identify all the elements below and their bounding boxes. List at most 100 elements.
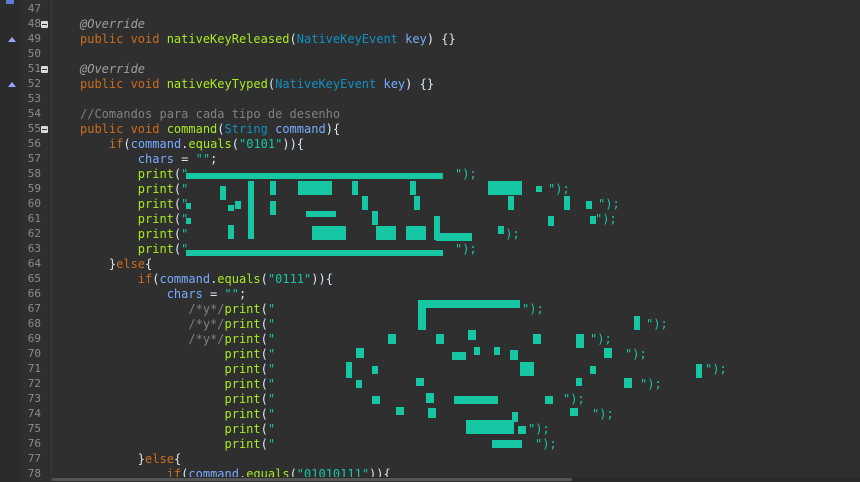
code-line[interactable]: print(" (80, 212, 189, 227)
horizontal-scrollbar[interactable] (52, 477, 860, 482)
line-number: 66 (27, 287, 41, 300)
code-line[interactable]: }else{ (80, 257, 152, 272)
line-number: 62 (27, 227, 41, 240)
line-number: 71 (27, 362, 41, 375)
ascii-art-block (372, 366, 378, 374)
code-token: " (267, 407, 276, 421)
code-token: { (173, 452, 182, 466)
string-end: "); (598, 197, 620, 212)
code-token: " (181, 182, 189, 196)
code-line[interactable]: public void nativeKeyReleased(NativeKeyE… (80, 32, 456, 47)
code-line[interactable]: public void command(String command){ (80, 122, 340, 137)
line-number: 53 (27, 92, 41, 105)
line-number: 77 (27, 452, 41, 465)
ascii-art-block (372, 396, 380, 404)
code-token: "" (195, 152, 211, 166)
code-token: ( (217, 122, 225, 136)
ascii-art-block (186, 250, 443, 256)
code-token: " (267, 422, 276, 436)
code-token: NativeKeyEvent (275, 77, 377, 91)
ascii-art-block (428, 408, 436, 418)
code-line[interactable]: @Override (80, 62, 145, 77)
scrollbar-thumb[interactable] (52, 478, 572, 481)
ascii-art-block (306, 211, 336, 217)
code-token: print (137, 227, 174, 241)
code-token: "); (595, 212, 617, 226)
code-token: ( (267, 77, 276, 91)
ascii-art-block (356, 348, 364, 358)
code-line[interactable]: //Comandos para cada tipo de desenho (80, 107, 340, 122)
code-token: ( (260, 362, 268, 376)
string-end: "); (595, 212, 617, 227)
code-token: public void (80, 32, 167, 46)
string-end: "); (548, 182, 570, 197)
ascii-art-block (466, 420, 514, 434)
ascii-art-block (634, 316, 640, 330)
code-line[interactable]: if(command.equals("0101")){ (80, 137, 304, 152)
code-line[interactable]: print(" (80, 167, 189, 182)
code-token: ( (260, 377, 268, 391)
code-line[interactable]: print(" (80, 182, 189, 197)
code-token: ( (260, 392, 268, 406)
code-editor[interactable]: 47 48 49 50 51 52 53 54 55 56 57 58 59 60 61 62 63 64 65 66… (0, 0, 860, 482)
code-token: ( (260, 332, 268, 346)
code-line[interactable]: print(" (80, 362, 276, 377)
code-line[interactable]: print(" (80, 377, 276, 392)
override-marker-icon[interactable] (8, 37, 16, 42)
code-line[interactable]: public void nativeKeyTyped(NativeKeyEven… (80, 77, 434, 92)
code-token: ( (260, 347, 268, 361)
code-token: "); (535, 437, 557, 451)
code-token: print (137, 182, 174, 196)
code-line[interactable]: print(" (80, 347, 276, 362)
override-marker-icon[interactable] (8, 82, 16, 87)
code-line[interactable]: /*y*/print(" (80, 332, 275, 347)
code-token: " (267, 347, 276, 361)
code-line[interactable]: }else{ (80, 452, 181, 467)
code-line[interactable]: if(command.equals("0111")){ (80, 272, 333, 287)
code-token: ( (260, 437, 268, 451)
code-token: print (224, 332, 261, 346)
code-line[interactable]: print(" (80, 392, 276, 407)
code-line[interactable]: chars = ""; (80, 287, 247, 302)
code-token: "" (224, 287, 239, 301)
code-line[interactable]: print(" (80, 422, 276, 437)
ascii-art-block (186, 173, 443, 179)
code-token: chars (166, 287, 203, 301)
code-area[interactable]: @Override public void nativeKeyReleased(N… (52, 0, 860, 482)
fold-collapse-icon[interactable] (41, 66, 48, 73)
code-token: " (267, 332, 276, 346)
ascii-art-block (186, 218, 191, 224)
code-token: command (275, 122, 326, 136)
code-token: command (159, 272, 211, 286)
code-token: if (108, 137, 124, 151)
code-line[interactable]: print(" (80, 197, 189, 212)
code-line[interactable]: print(" (80, 242, 189, 257)
code-line[interactable]: /*y*/print(" (80, 302, 275, 317)
code-token: ( (260, 407, 268, 421)
code-line[interactable]: print(" (80, 227, 189, 242)
code-token: ( (289, 32, 297, 46)
string-end: "); (528, 422, 550, 437)
ascii-art-block (228, 225, 234, 239)
fold-collapse-icon[interactable] (41, 126, 48, 133)
code-line[interactable]: chars = ""; (80, 152, 218, 167)
code-token: print (137, 167, 174, 181)
fold-collapse-icon[interactable] (41, 21, 48, 28)
code-token: " (267, 377, 276, 391)
code-line[interactable]: print(" (80, 407, 276, 422)
code-line[interactable]: @Override (80, 17, 145, 32)
code-line[interactable]: print(" (80, 437, 276, 452)
line-number: 74 (27, 407, 41, 420)
ascii-art-block (424, 300, 520, 308)
line-number: 48 (27, 17, 41, 30)
ascii-art-block (586, 201, 592, 209)
ascii-art-block (576, 378, 582, 386)
code-line[interactable]: /*y*/print(" (80, 317, 275, 332)
